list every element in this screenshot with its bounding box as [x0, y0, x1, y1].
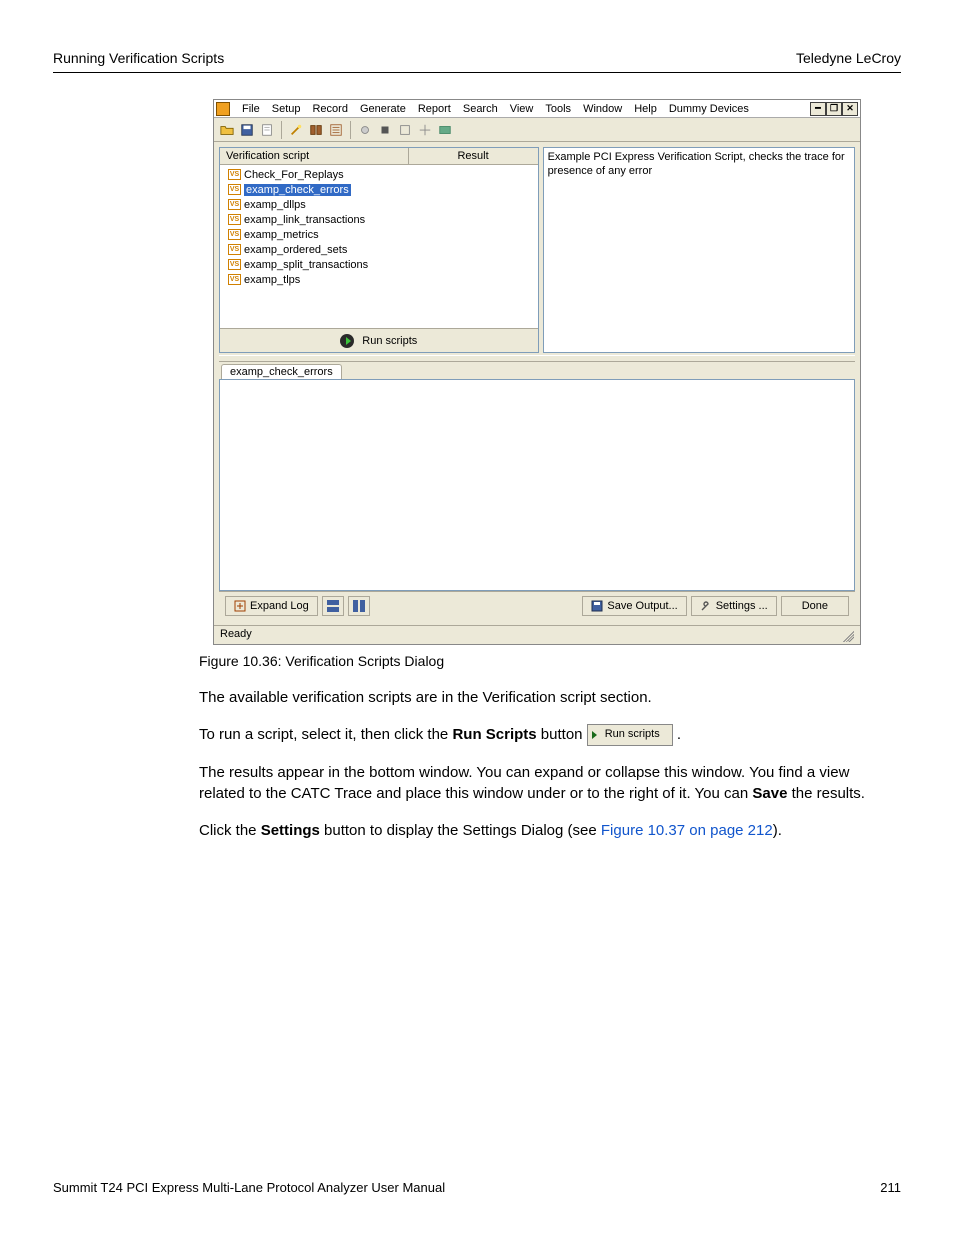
- page-header: Running Verification Scripts Teledyne Le…: [53, 50, 901, 73]
- list-icon[interactable]: [327, 121, 345, 139]
- footer-right: 211: [880, 1180, 901, 1195]
- statusbar: Ready: [214, 625, 860, 644]
- vse-icon: VS: [228, 229, 241, 240]
- restore-button[interactable]: ❐: [826, 102, 842, 116]
- vse-icon: VS: [228, 169, 241, 180]
- tool-icon-3[interactable]: [436, 121, 454, 139]
- column-script[interactable]: Verification script: [220, 148, 409, 164]
- expand-icon: [234, 600, 246, 612]
- script-item-label: examp_tlps: [244, 274, 300, 286]
- document-icon[interactable]: [258, 121, 276, 139]
- vse-icon: VS: [228, 184, 241, 195]
- app-icon: [216, 102, 230, 116]
- layout-below-button[interactable]: [322, 596, 344, 616]
- settings-button[interactable]: Settings ...: [691, 596, 777, 616]
- record-icon[interactable]: [356, 121, 374, 139]
- bottom-bar: Expand Log Save Output...: [219, 591, 855, 620]
- script-item[interactable]: VSexamp_link_transactions: [224, 212, 534, 227]
- minimize-button[interactable]: ━: [810, 102, 826, 116]
- script-item-label: examp_split_transactions: [244, 259, 368, 271]
- paragraph-3: The results appear in the bottom window.…: [199, 762, 871, 804]
- window-controls: ━ ❐ ✕: [810, 102, 858, 116]
- titlebar: FileSetupRecordGenerateReportSearchViewT…: [214, 100, 860, 118]
- menu-file[interactable]: File: [236, 103, 266, 115]
- vse-icon: VS: [228, 274, 241, 285]
- script-item[interactable]: VSexamp_metrics: [224, 227, 534, 242]
- tool-icon-2[interactable]: [416, 121, 434, 139]
- layout-right-button[interactable]: [348, 596, 370, 616]
- menu-generate[interactable]: Generate: [354, 103, 412, 115]
- save-output-button[interactable]: Save Output...: [582, 596, 686, 616]
- vse-icon: VS: [228, 259, 241, 270]
- inline-run-scripts-button: Run scripts: [587, 724, 673, 746]
- scripts-header: Verification script Result: [220, 148, 538, 165]
- menu-dummy-devices[interactable]: Dummy Devices: [663, 103, 755, 115]
- page-footer: Summit T24 PCI Express Multi-Lane Protoc…: [53, 1180, 901, 1195]
- vse-icon: VS: [228, 214, 241, 225]
- script-item-label: Check_For_Replays: [244, 169, 344, 181]
- vse-icon: VS: [228, 199, 241, 210]
- script-item-label: examp_dllps: [244, 199, 306, 211]
- play-icon: [592, 731, 597, 739]
- log-pane: [219, 379, 855, 591]
- menu-tools[interactable]: Tools: [539, 103, 577, 115]
- script-item[interactable]: VSexamp_split_transactions: [224, 257, 534, 272]
- menu-report[interactable]: Report: [412, 103, 457, 115]
- menu-record[interactable]: Record: [306, 103, 353, 115]
- expand-log-button[interactable]: Expand Log: [225, 596, 318, 616]
- wand-icon[interactable]: [287, 121, 305, 139]
- menubar: FileSetupRecordGenerateReportSearchViewT…: [236, 103, 810, 115]
- log-tab[interactable]: examp_check_errors: [221, 364, 342, 379]
- tool-icon-1[interactable]: [396, 121, 414, 139]
- menu-search[interactable]: Search: [457, 103, 504, 115]
- scripts-pane: Verification script Result VSCheck_For_R…: [219, 147, 539, 353]
- options-icon[interactable]: [307, 121, 325, 139]
- figure-crossref[interactable]: Figure 10.37 on page 212: [601, 822, 773, 839]
- scripts-list[interactable]: VSCheck_For_ReplaysVSexamp_check_errorsV…: [220, 165, 538, 328]
- column-result[interactable]: Result: [409, 148, 538, 164]
- paragraph-1: The available verification scripts are i…: [199, 687, 871, 708]
- script-item[interactable]: VSexamp_dllps: [224, 197, 534, 212]
- save-icon: [591, 600, 603, 612]
- description-pane: Example PCI Express Verification Script,…: [543, 147, 855, 353]
- script-item-label: examp_ordered_sets: [244, 244, 347, 256]
- script-item[interactable]: VSCheck_For_Replays: [224, 167, 534, 182]
- play-icon[interactable]: [340, 334, 354, 348]
- wrench-icon: [700, 600, 712, 612]
- run-scripts-button[interactable]: Run scripts: [362, 335, 417, 347]
- stop-icon[interactable]: [376, 121, 394, 139]
- vse-icon: VS: [228, 244, 241, 255]
- script-item[interactable]: VSexamp_check_errors: [224, 182, 534, 197]
- script-item[interactable]: VSexamp_ordered_sets: [224, 242, 534, 257]
- paragraph-4: Click the Settings button to display the…: [199, 820, 871, 841]
- script-item-label: examp_check_errors: [244, 184, 351, 196]
- run-scripts-row: Run scripts: [220, 328, 538, 352]
- script-item[interactable]: VSexamp_tlps: [224, 272, 534, 287]
- close-button[interactable]: ✕: [842, 102, 858, 116]
- tabstrip: examp_check_errors: [219, 362, 855, 379]
- app-window: FileSetupRecordGenerateReportSearchViewT…: [213, 99, 861, 645]
- figure-caption: Figure 10.36: Verification Scripts Dialo…: [199, 653, 901, 669]
- status-text: Ready: [220, 628, 252, 642]
- header-left: Running Verification Scripts: [53, 50, 224, 66]
- menu-help[interactable]: Help: [628, 103, 663, 115]
- script-item-label: examp_metrics: [244, 229, 319, 241]
- menu-window[interactable]: Window: [577, 103, 628, 115]
- paragraph-2: To run a script, select it, then click t…: [199, 724, 871, 746]
- open-icon[interactable]: [218, 121, 236, 139]
- resize-grip[interactable]: [840, 628, 854, 642]
- toolbar: [214, 118, 860, 142]
- menu-view[interactable]: View: [504, 103, 540, 115]
- body-text: The available verification scripts are i…: [199, 687, 871, 841]
- header-right: Teledyne LeCroy: [796, 50, 901, 66]
- save-icon[interactable]: [238, 121, 256, 139]
- menu-setup[interactable]: Setup: [266, 103, 307, 115]
- splitter[interactable]: [219, 355, 855, 362]
- footer-left: Summit T24 PCI Express Multi-Lane Protoc…: [53, 1180, 445, 1195]
- script-item-label: examp_link_transactions: [244, 214, 365, 226]
- done-button[interactable]: Done: [781, 596, 849, 616]
